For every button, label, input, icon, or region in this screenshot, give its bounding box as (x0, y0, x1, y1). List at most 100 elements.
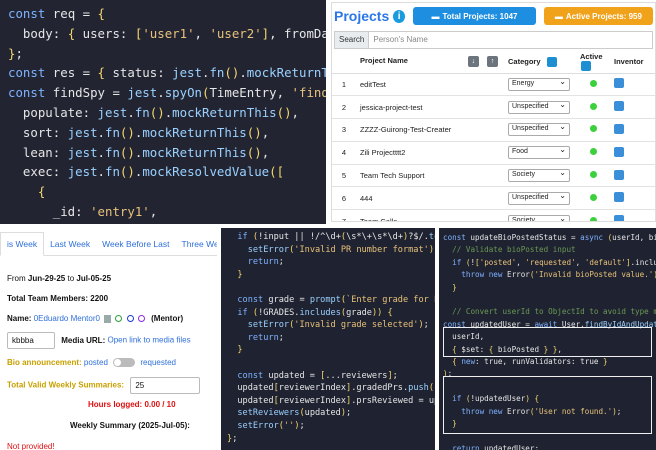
active-status-dot[interactable] (589, 125, 597, 133)
tab-last-week[interactable]: Last Week (44, 233, 96, 255)
row-number: 7 (332, 209, 356, 221)
row-number: 4 (332, 141, 356, 165)
code-line: lean: jest.fn().mockReturnThis(), (8, 144, 270, 160)
code-line: { new: true, runValidators: true } (452, 357, 608, 367)
active-projects-badge[interactable]: ▬ Active Projects: 959 (543, 7, 653, 25)
status-circle-icon[interactable] (137, 315, 145, 323)
status-circle-icon[interactable] (115, 315, 123, 323)
code-line: }; (227, 433, 238, 444)
filter-icon[interactable] (581, 61, 591, 72)
inventory-icon[interactable] (614, 101, 624, 112)
table-row[interactable]: 7 Team Calls Society (332, 209, 655, 221)
inventory-icon[interactable] (614, 123, 624, 134)
table-row[interactable]: 4 Zili Projectttt2 Food (332, 141, 655, 165)
highlight-box (443, 327, 652, 357)
search-input[interactable]: Person's Name (369, 31, 653, 49)
project-name-cell[interactable]: ZZZZ-Guirong-Test-Creater (356, 118, 504, 142)
code-line: sort: jest.fn().mockReturnThis(), (8, 124, 270, 140)
code-editor-test-snippet: const req = { body: { users: ['user1', '… (0, 0, 326, 224)
code-line: return; (247, 257, 284, 268)
sort-up-icon[interactable]: ↑ (487, 56, 498, 68)
code-line: return; (247, 332, 284, 343)
category-select[interactable]: Energy (508, 77, 570, 91)
code-line: const findSpy = jest.spyOn(TimeEntry, 'f… (8, 85, 326, 101)
row-number: 3 (332, 118, 356, 142)
project-name-cell[interactable]: Team Calls (356, 209, 504, 221)
category-select[interactable]: Society (508, 214, 570, 221)
valid-summaries-input[interactable]: 25 (130, 377, 201, 394)
media-input[interactable]: kbbba (7, 332, 55, 349)
row-number: 5 (332, 164, 356, 188)
weekly-summary-panel: is Week Last Week Week Before Last Three… (0, 228, 217, 450)
active-status-dot[interactable] (589, 148, 597, 156)
inventory-icon[interactable] (614, 169, 624, 180)
code-line: updated[reviewerIndex].prsReviewed = upd… (227, 395, 435, 406)
highlight-box (443, 376, 652, 434)
code-line: populate: jest.fn().mockReturnThis(), (8, 104, 300, 120)
bio-row: Bio announcement: posted requested (7, 358, 176, 368)
category-select[interactable]: Society (508, 168, 570, 183)
code-line: updated[reviewerIndex].gradedPrs.push({ … (227, 383, 435, 394)
table-row[interactable]: 2 jessica-project-test Unspecified (332, 95, 655, 120)
not-provided-text: Not provided! (7, 442, 55, 450)
tab-week-before-last[interactable]: Week Before Last (96, 233, 175, 255)
bio-toggle[interactable] (113, 358, 136, 368)
inventory-icon[interactable] (614, 78, 624, 89)
media-row: kbbba Media URL: Open link to media file… (7, 332, 191, 349)
active-status-dot[interactable] (589, 79, 597, 87)
mentor-name-link[interactable]: 0Eduardo Mentor0 (34, 314, 100, 323)
table-row[interactable]: 5 Team Tech Support Society (332, 164, 655, 188)
table-row[interactable]: 3 ZZZZ-Guirong-Test-Creater Unspecified (332, 118, 655, 142)
active-status-dot[interactable] (589, 171, 597, 179)
category-select[interactable]: Food (508, 145, 570, 160)
tab-this-week[interactable]: is Week (0, 232, 45, 256)
code-line: _id: 'entry1', (8, 203, 158, 219)
search-row: Search Person's Name (334, 31, 653, 49)
inventory-icon[interactable] (614, 192, 624, 203)
active-status-dot[interactable] (589, 216, 597, 221)
tab-three-weeks-ago[interactable]: Three We (176, 233, 217, 255)
week-tabs: is Week Last Week Week Before Last Three… (0, 228, 217, 256)
mentor-tag: (Mentor) (151, 314, 184, 323)
code-line: const updateBioPostedStatus = async (use… (443, 233, 656, 242)
code-line: setError('Invalid PR number format'); (247, 244, 435, 255)
category-select[interactable]: Unspecified (508, 122, 570, 137)
info-icon[interactable]: i (393, 9, 406, 23)
column-inventory: Inventor (610, 51, 655, 74)
status-circle-icon[interactable] (126, 315, 134, 323)
table-row[interactable]: 6 444 Unspecified (332, 186, 655, 211)
project-name-cell[interactable]: Team Tech Support (356, 164, 504, 188)
active-status-dot[interactable] (589, 193, 597, 201)
page-title: Projects (334, 8, 390, 24)
inventory-icon[interactable] (614, 146, 624, 157)
filter-icon[interactable] (546, 56, 557, 67)
sort-down-icon[interactable]: ↓ (467, 56, 479, 68)
project-name-cell[interactable]: editTest (356, 73, 504, 97)
inventory-icon[interactable] (614, 215, 624, 221)
folder-icon: ▬ (554, 11, 563, 21)
project-name-cell[interactable]: jessica-project-test (356, 95, 504, 120)
active-status-dot[interactable] (589, 102, 597, 110)
code-line: { (37, 184, 46, 200)
code-line: throw new Error('Invalid bioPosted value… (461, 270, 656, 280)
google-doc-icon[interactable] (104, 314, 112, 323)
date-range: From Jun-29-25 to Jul-05-25 (7, 274, 112, 283)
code-line: return updatedUser; (452, 443, 540, 450)
project-name-cell[interactable]: Zili Projectttt2 (356, 141, 504, 165)
code-line: } (237, 269, 243, 280)
category-select[interactable]: Unspecified (508, 100, 570, 114)
code-line: const req = { (8, 6, 105, 21)
total-projects-badge[interactable]: ▬ Total Projects: 1047 (413, 7, 536, 25)
category-select[interactable]: Unspecified (508, 191, 570, 205)
project-name-cell[interactable]: 444 (356, 186, 504, 211)
code-line: const grade = prompt(`Enter grade for PR… (237, 294, 435, 305)
code-line: if (!GRADES.includes(grade)) { (237, 307, 393, 318)
table-row[interactable]: 1 editTest Energy (332, 73, 655, 97)
row-number: 2 (332, 95, 356, 120)
media-link[interactable]: Open link to media files (107, 336, 190, 345)
weekly-summary-heading: Weekly Summary (2025-Jul-05): (70, 421, 190, 430)
code-line: const updated = [...reviewers]; (237, 370, 398, 381)
column-active: Active (576, 51, 610, 74)
